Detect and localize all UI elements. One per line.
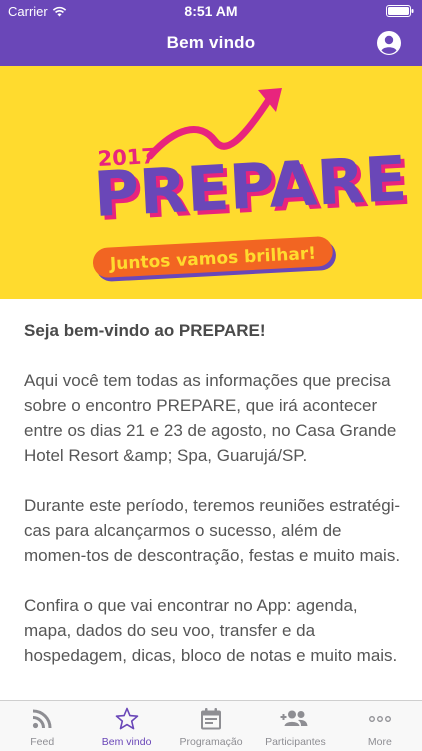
tab-participantes[interactable]: Participantes	[253, 701, 337, 751]
tab-label: More	[367, 736, 392, 748]
status-time: 8:51 AM	[184, 3, 238, 19]
tab-more[interactable]: More	[338, 701, 422, 751]
more-dots-icon	[368, 716, 391, 722]
welcome-content: Seja bem-vindo ao PREPARE! Aqui você tem…	[24, 318, 402, 693]
tab-label: Participantes	[265, 736, 326, 748]
welcome-heading: Seja bem-vindo ao PREPARE!	[24, 321, 266, 340]
account-circle-icon[interactable]	[376, 30, 402, 56]
tab-label: Bem vindo	[101, 736, 152, 748]
rss-feed-icon	[33, 709, 52, 729]
battery-icon	[386, 5, 414, 17]
page-title: Bem vindo	[166, 33, 256, 52]
welcome-paragraph: Aqui você tem todas as informações que p…	[24, 371, 397, 465]
tab-feed[interactable]: Feed	[0, 701, 84, 751]
prepare-logo: 2017 PREPARE PREPARE Juntos vamos brilha…	[92, 88, 413, 282]
tab-bem-vindo[interactable]: Bem vindo	[84, 701, 168, 751]
arrow-icon	[146, 94, 274, 160]
tab-label: Programação	[179, 736, 243, 748]
tab-bar: Feed Bem vindo Programação Participantes	[0, 700, 422, 751]
status-bar: Carrier 8:51 AM	[0, 0, 422, 22]
nav-bar: Bem vindo	[0, 22, 422, 66]
add-people-icon	[280, 710, 308, 726]
app-header: Carrier 8:51 AM Bem vindo	[0, 0, 422, 66]
welcome-paragraph: Durante este período, teremos reuniões e…	[24, 496, 401, 565]
event-banner: 2017 PREPARE PREPARE Juntos vamos brilha…	[0, 66, 422, 299]
welcome-paragraph: Confira o que vai encontrar no App: agen…	[24, 596, 398, 665]
tab-label: Feed	[30, 736, 55, 748]
tab-programacao[interactable]: Programação	[169, 701, 253, 751]
star-icon	[115, 707, 138, 730]
calendar-icon	[201, 708, 222, 730]
